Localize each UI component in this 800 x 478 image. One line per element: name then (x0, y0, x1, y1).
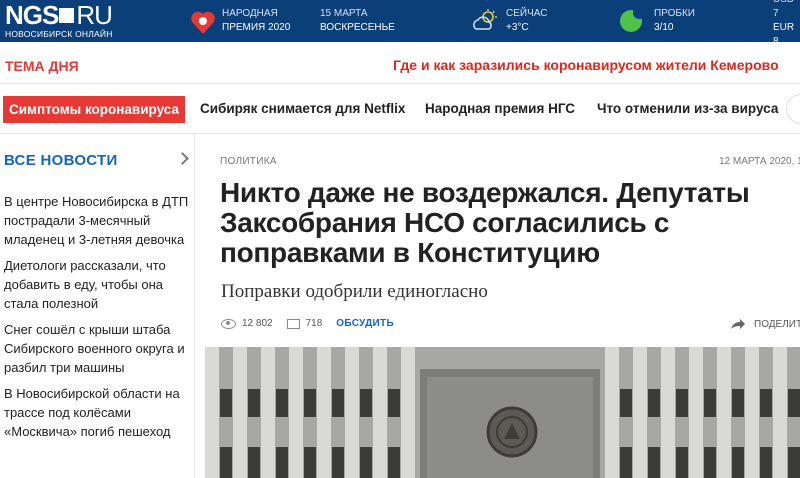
date-widget: 15 МАРТА ВОСКРЕСЕНЬЕ (320, 3, 395, 39)
nav-item-cancelled-events[interactable]: Что отменили из-за вируса (597, 101, 778, 116)
award-line1: НАРОДНАЯ (222, 8, 278, 19)
date-day: 15 МАРТА (320, 8, 368, 19)
discuss-link[interactable]: ОБСУДИТЬ (336, 318, 394, 329)
award-widget[interactable]: НАРОДНАЯ ПРЕМИЯ 2020 (190, 3, 290, 39)
logo-text: NGS (5, 0, 59, 30)
comments-count[interactable]: 718 (306, 318, 323, 329)
cloud-sun-icon (473, 9, 497, 30)
news-sidebar: ВСЕ НОВОСТИ В центре Новосибирска в ДТП … (0, 134, 195, 478)
logo-subtitle: НОВОСИБИРСК ОНЛАЙН (5, 29, 113, 39)
topic-label: ТЕМА ДНЯ (5, 58, 79, 74)
topics-nav: Симптомы коронавируса Сибиряк снимается … (0, 84, 800, 134)
comment-icon (286, 318, 300, 329)
article: ПОЛИТИКА 12 МАРТА 2020, 1 Никто даже не … (205, 134, 800, 478)
weather-label: СЕЙЧАС (506, 8, 548, 19)
traffic-icon (620, 7, 645, 32)
article-title: Никто даже не воздержался. Депутаты Закс… (220, 177, 750, 268)
logo-square-icon (59, 7, 75, 23)
nav-item-coronavirus-symptoms[interactable]: Симптомы коронавируса (3, 96, 185, 123)
article-meta: 12 802 718 ОБСУДИТЬ (221, 318, 394, 329)
list-item[interactable]: В Новосибирской области на трассе под ко… (4, 384, 189, 441)
traffic-value: 3/10 (654, 22, 674, 33)
list-item[interactable]: Диетологи рассказали, что добавить в еду… (4, 256, 189, 313)
eye-icon (221, 318, 236, 329)
all-news-link[interactable]: ВСЕ НОВОСТИ (4, 152, 118, 169)
nav-scroll-button[interactable] (786, 94, 800, 124)
list-item[interactable]: В центре Новосибирска в ДТП пострадали 3… (4, 192, 189, 249)
top-header: NGS RU НОВОСИБИРСК ОНЛАЙН НАРОДНАЯ ПРЕМИЯ … (0, 0, 800, 47)
article-date: 12 МАРТА 2020, 1 (719, 156, 800, 167)
nav-item-ngs-award[interactable]: Народная премия НГС (425, 101, 575, 116)
chevron-right-icon[interactable] (176, 152, 189, 165)
share-label: ПОДЕЛИТ (754, 318, 800, 330)
share-arrow-icon (731, 319, 745, 329)
currency-widget[interactable]: USD 7EUR 8 (773, 0, 800, 47)
building-facade-image (205, 347, 800, 478)
weather-widget[interactable]: СЕЙЧАС +3°C (470, 3, 547, 39)
currency-usd: USD 7 (773, 0, 794, 19)
logo-domain: RU (76, 0, 113, 30)
topic-of-day-bar: ТЕМА ДНЯ Где и как заразились коронавиру… (0, 42, 800, 84)
share-button[interactable]: ПОДЕЛИТ (730, 318, 800, 330)
article-subtitle: Поправки одобрили единогласно (221, 281, 488, 302)
article-photo[interactable] (205, 347, 800, 478)
traffic-label: ПРОБКИ (654, 8, 695, 19)
topic-link[interactable]: Где и как заразились коронавирусом жител… (393, 57, 779, 73)
article-rubric[interactable]: ПОЛИТИКА (220, 156, 277, 167)
list-item[interactable]: Снег сошёл с крыши штаба Сибирского воен… (4, 320, 189, 377)
heart-award-icon (191, 11, 215, 34)
weather-temp: +3°C (506, 22, 529, 33)
award-line2: ПРЕМИЯ 2020 (222, 22, 291, 33)
date-weekday: ВОСКРЕСЕНЬЕ (320, 22, 395, 33)
views-count: 12 802 (242, 318, 273, 329)
site-logo[interactable]: NGS RU НОВОСИБИРСК ОНЛАЙН (5, 0, 165, 39)
nav-item-netflix[interactable]: Сибиряк снимается для Netflix (200, 101, 405, 116)
traffic-widget[interactable]: ПРОБКИ 3/10 (620, 3, 695, 39)
news-list: В центре Новосибирска в ДТП пострадали 3… (4, 192, 189, 448)
